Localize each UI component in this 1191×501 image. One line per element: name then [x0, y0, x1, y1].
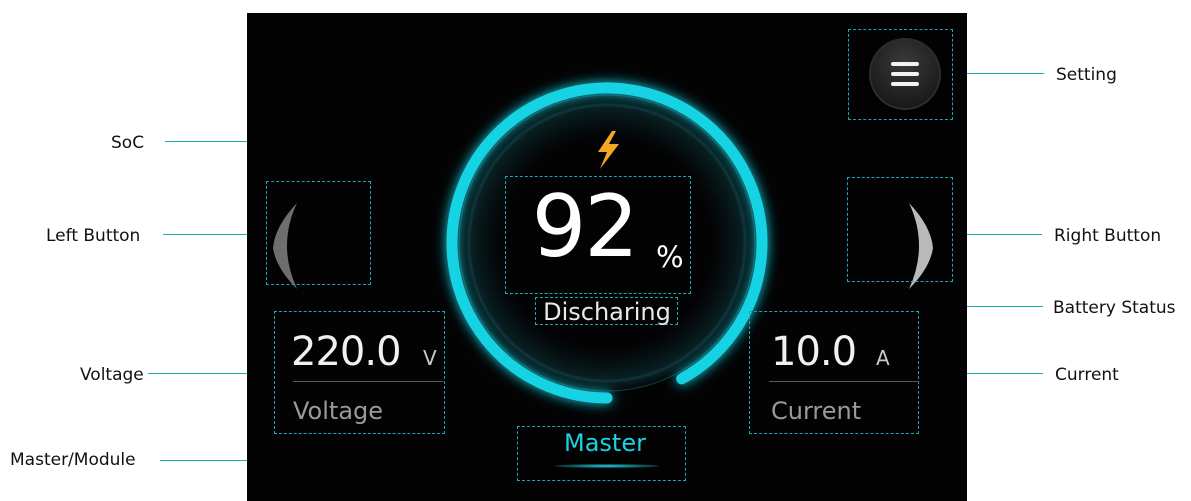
- callout-soc: SoC: [111, 133, 145, 153]
- callout-battery-status: Battery Status: [1053, 298, 1176, 318]
- callout-left-button: Left Button: [46, 226, 141, 246]
- left-button-box[interactable]: [266, 181, 371, 285]
- callout-setting: Setting: [1056, 65, 1117, 85]
- callout-current: Current: [1055, 365, 1119, 385]
- hamburger-menu-icon: [891, 62, 919, 66]
- hamburger-menu-icon-mid: [891, 72, 919, 76]
- soc-value: 92: [531, 177, 639, 277]
- current-divider: [769, 381, 919, 382]
- current-value: 10.0: [771, 329, 857, 375]
- soc-unit: %: [656, 240, 684, 274]
- callout-master-module: Master/Module: [10, 450, 136, 470]
- hamburger-menu-icon-bottom: [891, 82, 919, 86]
- setting-button[interactable]: [869, 38, 941, 110]
- voltage-value: 220.0: [291, 329, 402, 375]
- callout-voltage: Voltage: [80, 365, 144, 385]
- right-button-box[interactable]: [847, 177, 953, 282]
- voltage-label: Voltage: [293, 397, 384, 425]
- master-module-toggle[interactable]: Master: [525, 428, 685, 458]
- battery-status: Discharing: [543, 298, 671, 326]
- current-unit: A: [876, 346, 890, 370]
- device-screen: 92 % Discharing 220.0 V Voltage 10.0 A C…: [247, 13, 967, 501]
- current-label: Current: [771, 397, 862, 425]
- master-underline: [555, 464, 659, 468]
- callout-right-button: Right Button: [1054, 226, 1162, 246]
- voltage-unit: V: [423, 346, 437, 370]
- voltage-divider: [293, 381, 443, 382]
